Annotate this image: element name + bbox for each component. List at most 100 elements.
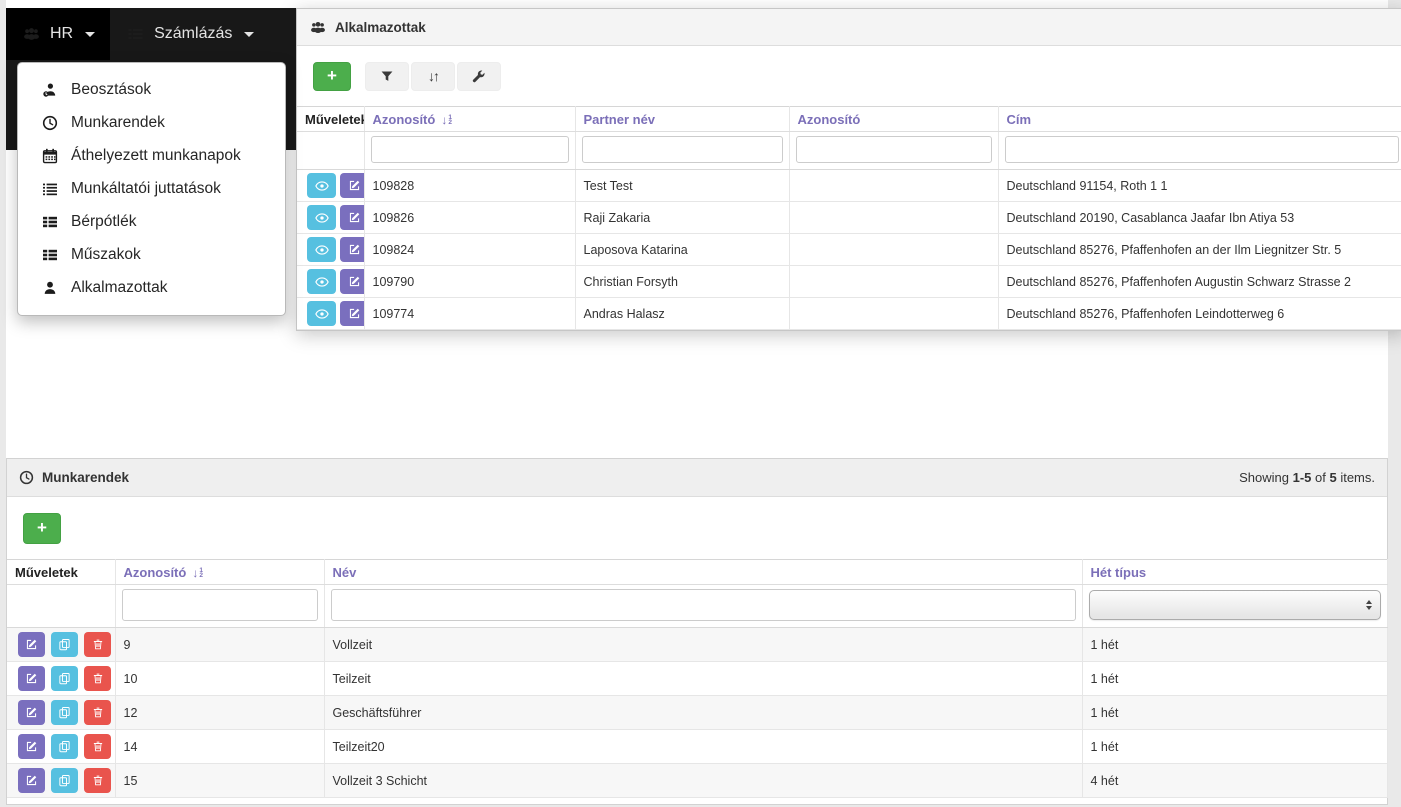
menu-item-muszakok[interactable]: Műszakok xyxy=(18,238,285,271)
copy-icon xyxy=(58,672,71,685)
sort-button[interactable]: ↓↑ xyxy=(411,61,455,91)
menu-item-label: Alkalmazottak xyxy=(71,278,168,296)
employees-header-row: Műveletek Azonosító ↓ 1 2 Partner név Azono… xyxy=(297,106,1401,132)
edit-button[interactable] xyxy=(340,269,363,294)
partner-nev-filter-input[interactable] xyxy=(581,136,783,163)
menu-item-label: Bérpótlék xyxy=(71,212,137,230)
edit-button[interactable] xyxy=(18,768,45,793)
view-button[interactable] xyxy=(307,205,336,230)
select-spinner-icon xyxy=(1365,600,1372,610)
nav-item-label: Számlázás xyxy=(154,25,233,42)
schedules-filter-row xyxy=(7,584,1388,628)
cell-het-tipus: 4 hét xyxy=(1082,763,1388,798)
view-button[interactable] xyxy=(307,173,336,198)
azonosito-filter-input[interactable] xyxy=(370,136,569,163)
menu-item-alkalmazottak[interactable]: Alkalmazottak xyxy=(18,271,285,304)
eye-icon xyxy=(314,307,329,321)
copy-button[interactable] xyxy=(51,734,78,759)
column-header-azonosito[interactable]: Azonosító ↓ 1 2 xyxy=(364,106,576,132)
edit-icon xyxy=(25,774,38,787)
edit-button[interactable] xyxy=(340,173,363,198)
cell-het-tipus: 1 hét xyxy=(1082,661,1388,696)
menu-item-beosztasok[interactable]: Beosztások xyxy=(18,73,285,106)
cell-azonosito-2 xyxy=(789,169,999,202)
azonosito2-filter-input[interactable] xyxy=(795,136,992,163)
edit-button[interactable] xyxy=(18,734,45,759)
clock-icon xyxy=(40,115,60,131)
schedules-header-row: Műveletek Azonosító ↓ 1 2 Név Hét típus xyxy=(7,559,1388,585)
delete-button[interactable] xyxy=(84,734,111,759)
nev-filter-input[interactable] xyxy=(330,589,1076,621)
panel-title: Alkalmazottak xyxy=(335,19,426,35)
edit-icon xyxy=(25,672,38,685)
edit-icon xyxy=(348,179,361,192)
copy-button[interactable] xyxy=(51,632,78,657)
view-button[interactable] xyxy=(307,301,336,326)
menu-item-athelyezett-munkanapok[interactable]: Áthelyezett munkanapok xyxy=(18,139,285,172)
schedules-panel-header: Munkarendek Showing 1-5 of 5 items. xyxy=(7,459,1387,497)
cell-het-tipus: 1 hét xyxy=(1082,695,1388,730)
cell-cim: Deutschland 85276, Pfaffenhofen Leindott… xyxy=(998,297,1401,330)
table-row: 109824 Laposova Katarina Deutschland 852… xyxy=(297,233,1401,266)
delete-button[interactable] xyxy=(84,666,111,691)
delete-button[interactable] xyxy=(84,768,111,793)
view-button[interactable] xyxy=(307,237,336,262)
summary-text: Showing 1-5 of 5 items. xyxy=(1239,470,1375,485)
cell-het-tipus: 1 hét xyxy=(1082,729,1388,764)
employees-panel: Alkalmazottak + ↓↑ Műveletek Azonosító ↓… xyxy=(296,8,1401,331)
edit-button[interactable] xyxy=(18,632,45,657)
edit-button[interactable] xyxy=(340,301,363,326)
employees-table: Műveletek Azonosító ↓ 1 2 Partner név Azono… xyxy=(297,106,1401,330)
panel-title: Munkarendek xyxy=(42,470,130,485)
menu-item-berpotlek[interactable]: Bérpótlék xyxy=(18,205,285,238)
menu-item-label: Műszakok xyxy=(71,245,141,263)
cim-filter-input[interactable] xyxy=(1004,136,1399,163)
grid-tool-button-group: ↓↑ xyxy=(365,61,501,91)
copy-button[interactable] xyxy=(51,666,78,691)
het-tipus-filter-select[interactable] xyxy=(1088,590,1381,620)
cell-azonosito: 9 xyxy=(115,627,325,662)
cell-azonosito: 109824 xyxy=(364,233,576,266)
plus-icon: + xyxy=(327,66,337,85)
sort-numeric-icon: ↓ 1 2 xyxy=(441,113,452,128)
edit-button[interactable] xyxy=(18,700,45,725)
azonosito-filter-input[interactable] xyxy=(121,589,318,621)
column-header-azonosito[interactable]: Azonosító ↓ 1 2 xyxy=(115,559,325,585)
column-header-azonosito-2[interactable]: Azonosító xyxy=(789,106,999,132)
column-header-cim[interactable]: Cím xyxy=(998,106,1401,132)
cell-nev: Teilzeit xyxy=(324,661,1083,696)
caret-down-icon xyxy=(244,31,255,37)
cell-azonosito-2 xyxy=(789,297,999,330)
navbar-row: HR Számlázás xyxy=(6,8,296,60)
column-header-nev[interactable]: Név xyxy=(324,559,1083,585)
add-button[interactable]: + xyxy=(23,512,61,544)
column-header-partner-nev[interactable]: Partner név xyxy=(575,106,790,132)
menu-item-munkaltatoi-juttatasok[interactable]: Munkáltatói juttatások xyxy=(18,172,285,205)
filter-button[interactable] xyxy=(365,61,409,91)
nav-item-label: HR xyxy=(50,25,74,42)
calendar-icon xyxy=(40,148,60,164)
view-button[interactable] xyxy=(307,269,336,294)
list-icon xyxy=(40,181,60,197)
edit-button[interactable] xyxy=(18,666,45,691)
edit-button[interactable] xyxy=(340,237,363,262)
delete-button[interactable] xyxy=(84,632,111,657)
table-row: 109790 Christian Forsyth Deutschland 852… xyxy=(297,265,1401,298)
settings-button[interactable] xyxy=(457,61,501,91)
list-icon xyxy=(125,26,145,42)
add-button[interactable]: + xyxy=(313,61,351,91)
users-icon xyxy=(309,20,327,35)
cell-azonosito-2 xyxy=(789,233,999,266)
copy-button[interactable] xyxy=(51,700,78,725)
column-header-het-tipus[interactable]: Hét típus xyxy=(1082,559,1388,585)
nav-item-hr[interactable]: HR xyxy=(6,8,111,60)
sort-updown-icon: ↓↑ xyxy=(428,68,440,84)
nav-item-szamlazas[interactable]: Számlázás xyxy=(110,8,269,60)
delete-button[interactable] xyxy=(84,700,111,725)
edit-button[interactable] xyxy=(340,205,363,230)
copy-button[interactable] xyxy=(51,768,78,793)
schedules-toolbar: + xyxy=(7,497,1387,559)
menu-item-munkarendek[interactable]: Munkarendek xyxy=(18,106,285,139)
copy-icon xyxy=(58,706,71,719)
filter-icon xyxy=(380,69,394,83)
